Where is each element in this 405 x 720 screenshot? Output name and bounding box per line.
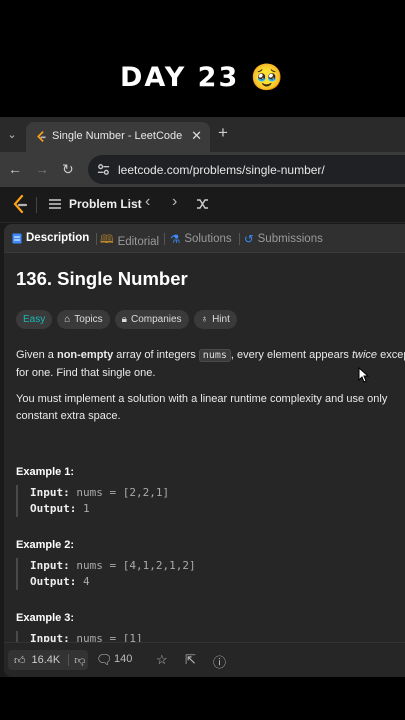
description-icon <box>12 233 22 243</box>
tab-divider <box>164 233 165 245</box>
problem-description: Given a non-empty array of integers nums… <box>16 349 405 379</box>
tab-search-icon[interactable]: ⌄ <box>4 126 20 142</box>
site-info-icon[interactable] <box>96 162 111 177</box>
problem-tags: Easy ⌂ Topics 🔒︎ Companies ♁ Hint <box>16 310 237 329</box>
tab-submissions[interactable]: ↺ Submissions <box>244 232 323 246</box>
panel-tab-bar: Description 🕮 Editorial ⚗ Solutions ↺ Su… <box>4 224 405 253</box>
browser-tab[interactable]: Single Number - LeetCode ✕ <box>26 122 210 152</box>
description-panel: Description 🕮 Editorial ⚗ Solutions ↺ Su… <box>4 224 405 677</box>
problem-list-link[interactable]: Problem List <box>69 197 142 211</box>
star-icon[interactable]: ☆ <box>156 652 168 668</box>
forward-icon[interactable]: → <box>35 161 49 177</box>
back-icon[interactable]: ← <box>8 161 22 177</box>
difficulty-badge: Easy <box>16 310 53 329</box>
tab-title: Single Number - LeetCode <box>52 130 183 142</box>
tab-description[interactable]: Description <box>12 232 89 244</box>
browser-tab-strip: ⌄ Single Number - LeetCode ✕ + <box>0 117 405 152</box>
companies-chip[interactable]: 🔒︎ Companies <box>114 310 189 329</box>
example-2-block: Input: nums = [4,1,2,1,2] Output: 4 <box>16 558 405 590</box>
comment-count: 140 <box>114 653 133 665</box>
leetcode-logo-icon[interactable] <box>12 195 28 213</box>
like-count: 16.4K <box>31 654 61 666</box>
shuffle-icon[interactable] <box>196 198 209 210</box>
example-2-header: Example 2: <box>16 539 75 551</box>
url-text: leetcode.com/problems/single-number/ <box>118 163 325 177</box>
header-divider <box>36 197 37 213</box>
tab-divider <box>239 233 240 245</box>
topics-chip[interactable]: ⌂ Topics <box>57 310 110 329</box>
history-icon: ↺ <box>244 234 254 246</box>
hint-chip[interactable]: ♁ Hint <box>193 310 237 329</box>
address-bar[interactable]: leetcode.com/problems/single-number/ <box>88 155 405 184</box>
address-bar-row: ← → ↻ leetcode.com/problems/single-numbe… <box>0 152 405 187</box>
mouse-cursor-icon <box>358 367 369 383</box>
example-1-header: Example 1: <box>16 466 75 478</box>
lightbulb-icon: ♁ <box>200 314 209 325</box>
leetcode-favicon-icon <box>37 131 46 142</box>
like-divider <box>68 654 70 666</box>
close-tab-icon[interactable]: ✕ <box>191 128 202 144</box>
like-dislike-group: 👍︎ 16.4K 👎︎ <box>8 650 88 670</box>
browser-window: ⌄ Single Number - LeetCode ✕ + ← → ↻ lee… <box>0 117 405 677</box>
video-title-overlay: DAY 23 🥹 <box>119 62 286 93</box>
reload-icon[interactable]: ↻ <box>62 161 74 178</box>
problem-content: 136. Single Number Easy ⌂ Topics 🔒︎ Compan… <box>16 253 405 643</box>
tab-solutions[interactable]: ⚗ Solutions <box>170 232 232 246</box>
flask-icon: ⚗ <box>170 234 181 246</box>
example-1-block: Input: nums = [2,2,1] Output: 1 <box>16 485 405 517</box>
example-3-header: Example 3: <box>16 612 75 624</box>
problem-list-icon[interactable] <box>48 197 62 211</box>
tag-icon: ⌂ <box>64 314 71 325</box>
lock-icon: 🔒︎ <box>121 314 127 325</box>
new-tab-icon[interactable]: + <box>218 123 228 143</box>
problem-constraint-text: You must implement a solution with a lin… <box>16 393 388 422</box>
tab-divider <box>96 233 97 245</box>
leetcode-header: Problem List ‹ › <box>0 187 405 223</box>
help-icon[interactable]: ⓘ <box>213 652 226 671</box>
thumbs-up-icon[interactable]: 👍︎ <box>14 654 26 667</box>
next-problem-icon[interactable]: › <box>172 193 177 211</box>
comment-icon[interactable]: 🗨︎ <box>96 652 113 668</box>
thumbs-down-icon[interactable]: 👎︎ <box>74 654 85 667</box>
tab-editorial[interactable]: 🕮 Editorial <box>100 232 159 251</box>
share-icon[interactable]: ⇱ <box>185 652 196 668</box>
prev-problem-icon[interactable]: ‹ <box>145 193 150 211</box>
problem-footer: 👍︎ 16.4K 👎︎ 🗨︎ 140 ☆ ⇱ ⓘ <box>4 642 405 677</box>
book-icon: 🕮 <box>100 234 114 246</box>
problem-title: 136. Single Number <box>16 268 188 289</box>
